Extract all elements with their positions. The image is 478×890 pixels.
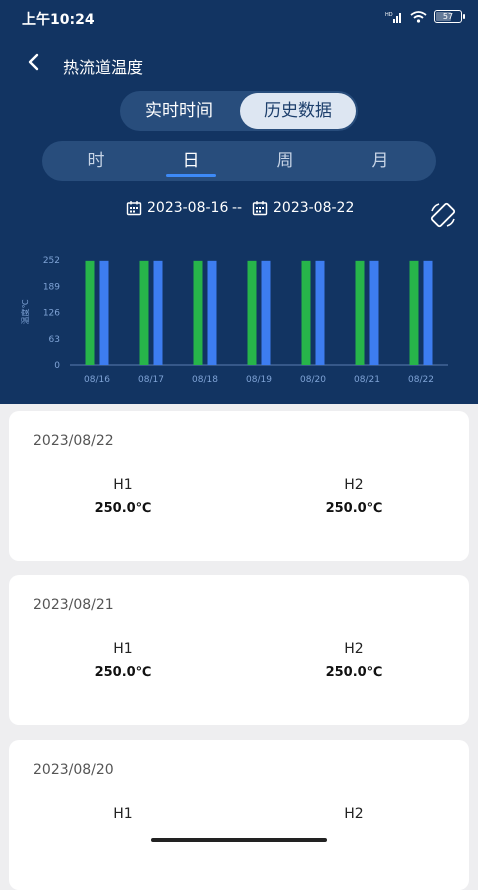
bar-series-1 <box>247 260 257 365</box>
history-card: 2023/08/20 H1 H2 <box>9 740 469 890</box>
nav-bar: 热流道温度 <box>0 44 478 84</box>
h1-reading: H1 250.0℃ <box>63 641 183 680</box>
status-time: 上午10:24 <box>22 12 95 28</box>
card-date: 2023/08/22 <box>33 433 114 449</box>
bar-series-1 <box>355 260 365 365</box>
status-bar: 上午10:24 HD 57 <box>0 0 478 34</box>
bar-series-2 <box>207 260 217 365</box>
battery-level: 57 <box>442 12 454 21</box>
h2-label: H2 <box>344 477 364 493</box>
start-date: 2023-08-16 <box>147 200 229 216</box>
history-card: 2023/08/22 H1 250.0℃ H2 250.0℃ <box>9 411 469 561</box>
h1-reading: H1 <box>63 806 183 830</box>
battery-icon: 57 <box>434 10 465 23</box>
period-tabs: 时 日 周 月 <box>42 141 436 181</box>
h1-value: 250.0℃ <box>94 665 152 680</box>
h1-label: H1 <box>113 477 133 493</box>
y-tick-label: 252 <box>43 256 60 266</box>
y-tick-label: 126 <box>43 309 60 319</box>
h1-label: H1 <box>113 806 133 822</box>
tab-week[interactable]: 周 <box>245 141 325 181</box>
x-tick-label: 08/22 <box>408 375 434 385</box>
x-tick-label: 08/20 <box>300 375 326 385</box>
h2-reading: H2 250.0℃ <box>294 477 414 516</box>
bar-series-1 <box>409 260 419 365</box>
history-card: 2023/08/21 H1 250.0℃ H2 250.0℃ <box>9 575 469 725</box>
h1-reading: H1 250.0℃ <box>63 477 183 516</box>
end-date: 2023-08-22 <box>273 200 355 216</box>
y-axis-label: 温度℃ <box>20 299 30 324</box>
x-tick-label: 08/21 <box>354 375 380 385</box>
status-icons: HD 57 <box>385 10 465 23</box>
mode-toggle: 实时时间 历史数据 <box>120 91 358 131</box>
y-tick-label: 0 <box>54 361 60 371</box>
back-arrow-icon[interactable] <box>22 50 46 74</box>
bar-series-2 <box>423 260 433 365</box>
bar-series-2 <box>369 260 379 365</box>
bar-series-1 <box>139 260 149 365</box>
bar-series-1 <box>85 260 95 365</box>
h2-label: H2 <box>344 641 364 657</box>
y-tick-label: 63 <box>49 335 60 345</box>
x-tick-label: 08/19 <box>246 375 272 385</box>
active-tab-indicator <box>166 174 216 177</box>
realtime-mode-button[interactable]: 实时时间 <box>120 91 238 131</box>
network-type-label: HD <box>385 12 393 18</box>
page-title: 热流道温度 <box>63 58 144 77</box>
bar-series-2 <box>315 260 325 365</box>
h1-label: H1 <box>113 641 133 657</box>
h2-value: 250.0℃ <box>325 665 383 680</box>
tab-month[interactable]: 月 <box>340 141 420 181</box>
card-date: 2023/08/21 <box>33 597 114 613</box>
end-date-picker[interactable]: 2023-08-22 <box>252 200 354 216</box>
h2-value: 250.0℃ <box>325 501 383 516</box>
bar-series-1 <box>301 260 311 365</box>
bar-series-2 <box>261 260 271 365</box>
date-range: 2023-08-16 -- 2023-08-22 <box>0 198 478 222</box>
bar-series-1 <box>193 260 203 365</box>
date-separator: -- <box>232 200 243 216</box>
x-tick-label: 08/18 <box>192 375 218 385</box>
h1-value: 250.0℃ <box>94 501 152 516</box>
rotate-screen-icon[interactable] <box>428 200 458 230</box>
x-tick-label: 08/17 <box>138 375 164 385</box>
h2-reading: H2 <box>294 806 414 830</box>
home-indicator <box>151 838 327 842</box>
bar-series-2 <box>99 260 109 365</box>
calendar-icon <box>126 201 142 216</box>
temperature-bar-chart: 252 189 126 63 0 温度℃ 08/16 08/17 08/18 08/19 08/20… <box>20 256 448 385</box>
signal-icon: HD <box>385 12 401 23</box>
x-tick-label: 08/16 <box>84 375 110 385</box>
history-mode-button[interactable]: 历史数据 <box>240 93 356 129</box>
card-date: 2023/08/20 <box>33 762 114 778</box>
h2-reading: H2 250.0℃ <box>294 641 414 680</box>
calendar-icon <box>252 201 268 216</box>
y-tick-label: 189 <box>43 282 60 292</box>
start-date-picker[interactable]: 2023-08-16 <box>126 200 228 216</box>
bar-series-2 <box>153 260 163 365</box>
tab-hour[interactable]: 时 <box>56 141 136 181</box>
h2-label: H2 <box>344 806 364 822</box>
wifi-icon <box>410 10 427 23</box>
